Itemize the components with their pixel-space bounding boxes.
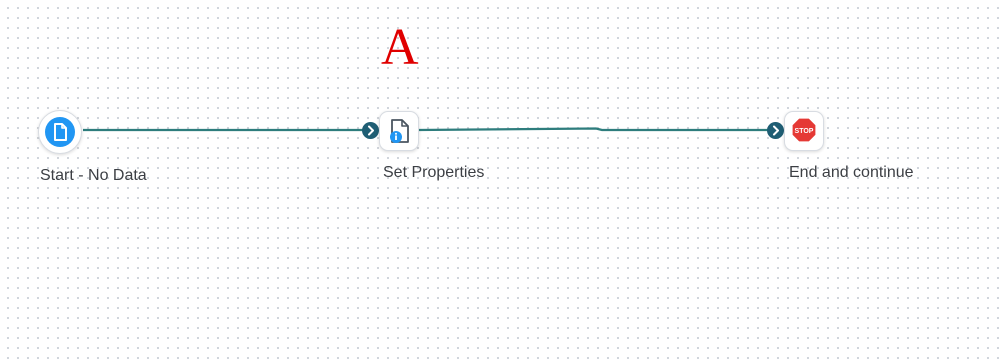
document-info-icon — [390, 119, 409, 143]
set-properties-node-label[interactable]: Set Properties — [383, 164, 484, 182]
chevron-right-icon — [773, 125, 779, 136]
start-file-icon — [45, 117, 75, 147]
start-node-label[interactable]: Start - No Data — [40, 167, 147, 185]
workflow-canvas[interactable]: A Start - No Data Set Properties STOP En… — [0, 0, 1003, 362]
connector-set-properties-to-end — [417, 127, 768, 132]
chevron-right-icon — [368, 125, 374, 136]
end-input-port[interactable] — [767, 122, 784, 139]
end-node-label[interactable]: End and continue — [789, 164, 914, 182]
start-node-icon[interactable] — [38, 110, 82, 154]
stop-sign-text: STOP — [795, 128, 814, 135]
end-node-icon[interactable]: STOP — [784, 111, 824, 151]
set-properties-input-port[interactable] — [362, 122, 379, 139]
stop-sign-icon: STOP — [791, 117, 817, 143]
set-properties-node-icon[interactable] — [379, 111, 419, 151]
